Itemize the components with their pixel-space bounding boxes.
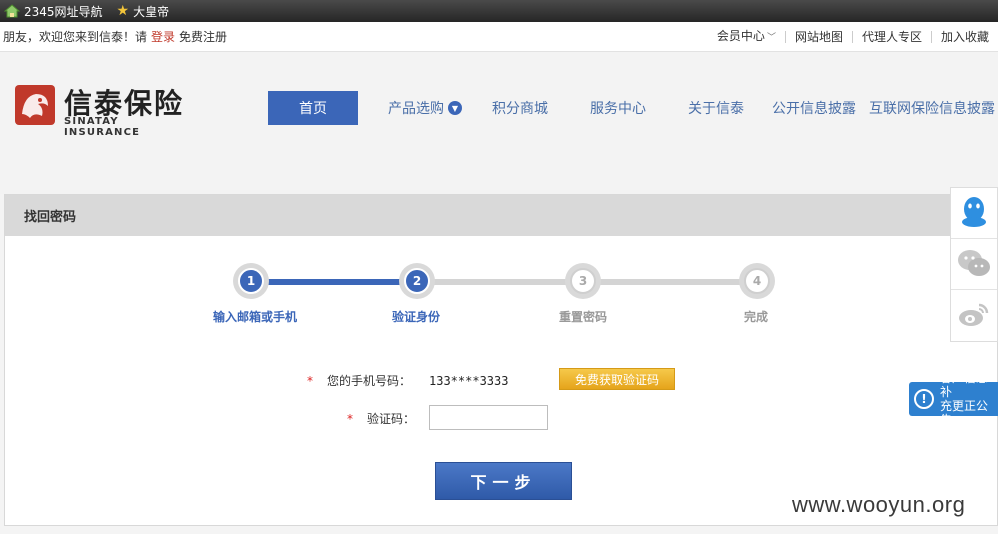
step-2-circle: 2 bbox=[399, 263, 435, 299]
add-favorite-link[interactable]: 加入收藏 bbox=[930, 31, 998, 43]
sitemap-link[interactable]: 网站地图 bbox=[784, 31, 852, 43]
get-code-button[interactable]: 免费获取验证码 bbox=[559, 368, 675, 390]
step-3-label: 重置密码 bbox=[558, 310, 607, 324]
weibo-button[interactable] bbox=[951, 290, 997, 341]
wechat-button[interactable] bbox=[951, 239, 997, 290]
bookmark-label: 大皇帝 bbox=[133, 4, 170, 19]
customer-info-notice[interactable]: ! 客户信息补充更正公告 bbox=[909, 382, 998, 416]
wechat-icon bbox=[957, 248, 991, 281]
main-nav: 首页 产品选购 ▼ 积分商城 服务中心 关于信泰 公开信息披露 互联网保险信息披… bbox=[268, 91, 995, 125]
side-floating-bar bbox=[950, 187, 998, 342]
house-icon bbox=[3, 4, 21, 18]
bookmark-2345[interactable]: 2345网址导航 bbox=[3, 3, 103, 20]
progress-steps: 1 2 3 4 输入邮箱或手机 验证身份 重置密码 完成 bbox=[5, 195, 998, 335]
verification-code-input[interactable] bbox=[429, 405, 548, 430]
nav-public-disclosure[interactable]: 公开信息披露 bbox=[772, 98, 856, 118]
step-2-label: 验证身份 bbox=[391, 310, 440, 324]
nav-internet-disclosure[interactable]: 互联网保险信息披露 bbox=[869, 98, 995, 118]
weibo-icon bbox=[957, 299, 991, 332]
notice-line-2: 充更正公告 bbox=[940, 399, 989, 416]
notice-line-1: 客户信息补 bbox=[940, 382, 988, 399]
bookmark-label: 2345网址导航 bbox=[24, 4, 103, 19]
phone-row: * 您的手机号码： 133****3333 bbox=[307, 372, 508, 389]
step-number: 3 bbox=[570, 268, 596, 294]
nav-points-mall[interactable]: 积分商城 bbox=[492, 98, 548, 118]
step-4-label: 完成 bbox=[743, 310, 768, 324]
required-mark: * bbox=[347, 411, 353, 426]
notice-text: 客户信息补充更正公告 bbox=[940, 382, 998, 416]
recover-password-panel: 找回密码 1 2 3 4 输入邮箱或手机 验证身份 重置密码 完成 * 您的手机… bbox=[4, 194, 998, 526]
nav-products-label: 产品选购 bbox=[388, 101, 444, 117]
welcome-text: 朋友，欢迎您来到信泰！请 bbox=[3, 30, 148, 44]
nav-service-center[interactable]: 服务中心 bbox=[590, 98, 646, 118]
step-1-label: 输入邮箱或手机 bbox=[212, 310, 297, 324]
bookmarks-bar: 2345网址导航 ★ 大皇帝 bbox=[0, 0, 998, 22]
site-logo[interactable]: 信泰保险 SINATAY INSURANCE bbox=[14, 84, 189, 138]
chevron-down-icon: ▼ bbox=[448, 101, 462, 115]
top-bar: 朋友，欢迎您来到信泰！请 登录 免费注册 会员中心 ﹀ 网站地图 代理人专区 加入… bbox=[0, 22, 998, 52]
member-center-link[interactable]: 会员中心 ﹀ bbox=[708, 30, 785, 44]
nav-home[interactable]: 首页 bbox=[268, 91, 358, 125]
bookmark-dahuangdi[interactable]: ★ 大皇帝 bbox=[117, 3, 170, 20]
chevron-down-icon: ﹀ bbox=[766, 33, 776, 43]
watermark-text: www.wooyun.org bbox=[792, 492, 966, 517]
logo-english-name: SINATAY INSURANCE bbox=[64, 116, 141, 138]
nav-about[interactable]: 关于信泰 bbox=[688, 98, 744, 118]
top-links: 会员中心 ﹀ 网站地图 代理人专区 加入收藏 bbox=[708, 22, 998, 52]
register-link[interactable]: 免费注册 bbox=[179, 28, 227, 45]
phone-label: 您的手机号码： bbox=[327, 374, 412, 388]
info-icon: ! bbox=[914, 389, 934, 409]
code-row: * 验证码： bbox=[347, 410, 415, 427]
step-connector-done bbox=[251, 279, 417, 285]
site-header: 信泰保险 SINATAY INSURANCE 首页 产品选购 ▼ 积分商城 服务… bbox=[0, 52, 998, 194]
nav-products[interactable]: 产品选购 ▼ bbox=[388, 98, 462, 118]
next-step-button[interactable]: 下一步 bbox=[435, 462, 572, 500]
step-connector bbox=[417, 279, 583, 285]
lion-logo-icon bbox=[14, 84, 56, 126]
phone-value: 133****3333 bbox=[429, 373, 509, 388]
step-number: 4 bbox=[744, 268, 770, 294]
agent-zone-link[interactable]: 代理人专区 bbox=[851, 31, 931, 43]
step-4-circle: 4 bbox=[739, 263, 775, 299]
step-3-circle: 3 bbox=[565, 263, 601, 299]
qq-icon bbox=[959, 195, 989, 232]
code-label: 验证码： bbox=[367, 412, 416, 426]
required-mark: * bbox=[307, 373, 313, 388]
step-number: 2 bbox=[404, 268, 430, 294]
member-center-label: 会员中心 bbox=[716, 29, 765, 43]
step-connector bbox=[583, 279, 757, 285]
star-icon: ★ bbox=[116, 3, 130, 19]
qq-button[interactable] bbox=[951, 188, 997, 239]
step-1-circle: 1 bbox=[233, 263, 269, 299]
step-number: 1 bbox=[238, 268, 264, 294]
login-link[interactable]: 登录 bbox=[151, 28, 175, 45]
